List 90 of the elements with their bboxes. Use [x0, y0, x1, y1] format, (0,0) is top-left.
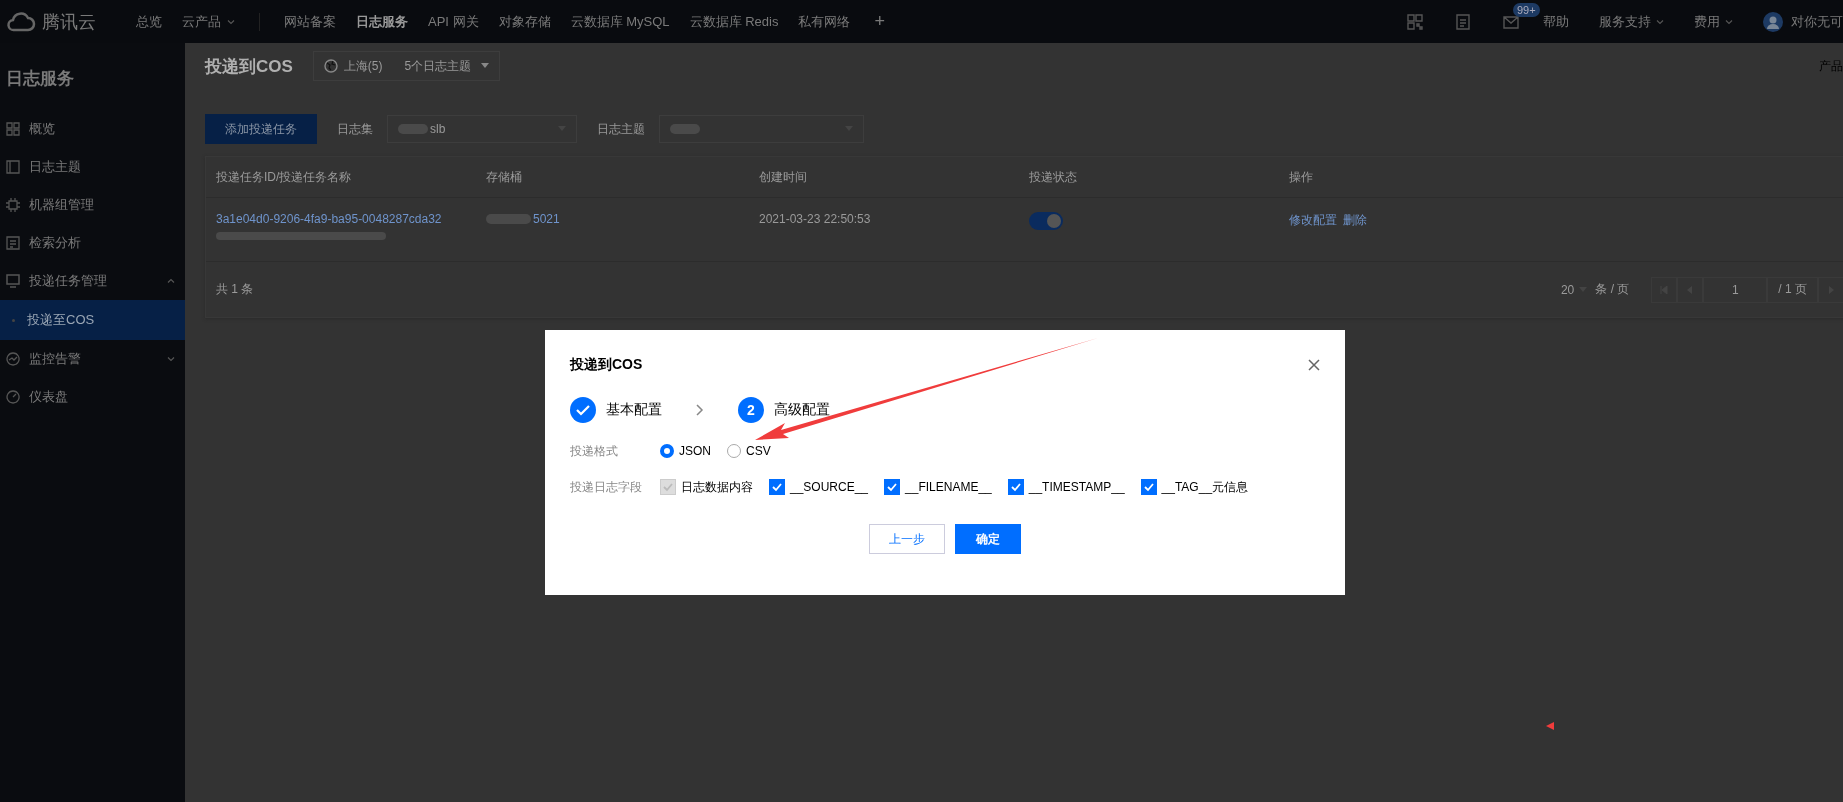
checkbox[interactable] — [884, 479, 901, 495]
caret-icon — [481, 63, 490, 69]
sidebar-title: 日志服务 — [5, 68, 75, 90]
action-link[interactable]: 修改配置 — [1289, 212, 1337, 229]
top-link[interactable]: 帮助 — [1543, 12, 1569, 31]
checkbox[interactable] — [1007, 479, 1024, 495]
field-option[interactable]: __SOURCE__ — [769, 479, 869, 495]
top-link[interactable]: 服务支持 — [1599, 12, 1664, 31]
column-header: 投递状态 — [1029, 168, 1078, 186]
task-id-link[interactable]: 3a1e04d0-9206-4fa9-ba95-0048287cda32 — [216, 212, 486, 226]
document-icon[interactable] — [1455, 13, 1471, 30]
format-label: 投递格式 — [570, 442, 619, 460]
table-cell-text: 2021-03-23 22:50:53 — [759, 212, 872, 226]
region-select[interactable]: 上海(5) 5个日志主题 — [312, 51, 501, 81]
page-size-select[interactable]: 20 — [1560, 282, 1588, 297]
page-title: 投递到COS — [205, 55, 293, 78]
gear-icon — [6, 198, 20, 212]
page-count: / 1 页 — [1767, 276, 1818, 303]
checkmark-icon — [886, 481, 899, 493]
checkbox[interactable] — [769, 479, 785, 495]
step-number: 2 — [738, 397, 764, 423]
topic-label: 日志主题 — [597, 120, 645, 138]
sidebar-subitem[interactable]: 投递至COS — [0, 300, 185, 340]
dial-icon — [6, 390, 20, 404]
mail-icon[interactable] — [1503, 14, 1519, 29]
bucket-link[interactable]: 5021 — [533, 212, 560, 226]
gauge-icon — [6, 352, 20, 366]
checkmark-icon — [771, 481, 783, 493]
fields-label: 投递日志字段 — [570, 478, 643, 496]
grid-icon — [6, 122, 20, 136]
user-name[interactable]: 对你无可 — [1791, 12, 1843, 31]
action-link[interactable]: 删除 — [1343, 212, 1367, 229]
sidebar-item[interactable]: 检索分析 — [0, 224, 185, 262]
close-icon[interactable] — [1308, 359, 1320, 371]
page-size-label: 条 / 页 — [1595, 281, 1630, 298]
field-option[interactable]: __TIMESTAMP__ — [1007, 479, 1125, 495]
cloud-logo-icon — [6, 10, 36, 33]
logset-label: 日志集 — [337, 120, 373, 138]
sidebar-item[interactable]: 投递任务管理 — [0, 262, 185, 300]
notification-badge: 99+ — [1513, 2, 1540, 17]
document-icon — [6, 236, 20, 250]
status-toggle[interactable] — [1029, 212, 1063, 230]
logo-text: 腾讯云 — [42, 10, 96, 34]
back-button[interactable]: 上一步 — [869, 524, 945, 554]
column-header: 操作 — [1289, 168, 1313, 186]
chevron-icon — [167, 355, 175, 363]
triangle-marker-icon — [1546, 722, 1554, 730]
nav-link[interactable]: 云数据库 MySQL — [570, 12, 670, 31]
field-option[interactable]: __FILENAME__ — [884, 479, 992, 495]
nav-link[interactable]: 云产品 — [182, 12, 235, 31]
dialog-title: 投递到COS — [570, 356, 643, 374]
checkmark-icon — [1009, 481, 1022, 493]
add-tab-button[interactable]: + — [874, 11, 885, 32]
radio-button[interactable] — [660, 444, 674, 458]
monitor-icon — [6, 274, 20, 288]
book-icon — [6, 160, 20, 174]
add-task-button[interactable]: 添加投递任务 — [205, 114, 317, 144]
avatar-icon[interactable] — [1763, 11, 1783, 32]
format-option[interactable]: JSON — [660, 444, 711, 458]
column-header: 创建时间 — [759, 168, 808, 186]
checkbox[interactable] — [1140, 479, 1157, 495]
total-count: 共 1 条 — [216, 281, 254, 298]
nav-link[interactable]: 日志服务 — [356, 12, 408, 31]
nav-link[interactable]: 私有网络 — [798, 12, 851, 31]
step-label: 基本配置 — [606, 401, 662, 419]
logset-select[interactable]: slb — [387, 115, 577, 143]
nav-link[interactable]: 云数据库 Redis — [689, 12, 779, 31]
checkmark-icon — [662, 481, 674, 493]
nav-link[interactable]: 总览 — [136, 12, 162, 31]
sidebar-item[interactable]: 日志主题 — [0, 148, 185, 186]
field-option[interactable]: __TAG__元信息 — [1140, 478, 1249, 496]
top-link[interactable]: 费用 — [1694, 12, 1733, 31]
qr-code-icon[interactable] — [1407, 13, 1423, 30]
chevron-icon — [167, 277, 175, 285]
checkmark-icon — [1142, 481, 1155, 493]
format-option[interactable]: CSV — [727, 444, 771, 458]
page-input[interactable]: 1 — [1703, 276, 1768, 303]
globe-icon — [323, 59, 338, 73]
nav-link[interactable]: 网站备案 — [284, 12, 336, 31]
sidebar-item[interactable]: 仪表盘 — [0, 378, 185, 416]
sidebar-item[interactable]: 监控告警 — [0, 340, 185, 378]
step-label: 高级配置 — [774, 401, 830, 419]
nav-link[interactable]: API 网关 — [428, 12, 479, 31]
confirm-button[interactable]: 确定 — [955, 524, 1021, 554]
sidebar-item[interactable]: 机器组管理 — [0, 186, 185, 224]
column-header: 存储桶 — [486, 168, 523, 186]
sidebar-item[interactable]: 概览 — [0, 110, 185, 148]
nav-link[interactable]: 对象存储 — [498, 12, 551, 31]
column-header: 投递任务ID/投递任务名称 — [216, 168, 353, 186]
chevron-right-icon — [696, 404, 704, 416]
